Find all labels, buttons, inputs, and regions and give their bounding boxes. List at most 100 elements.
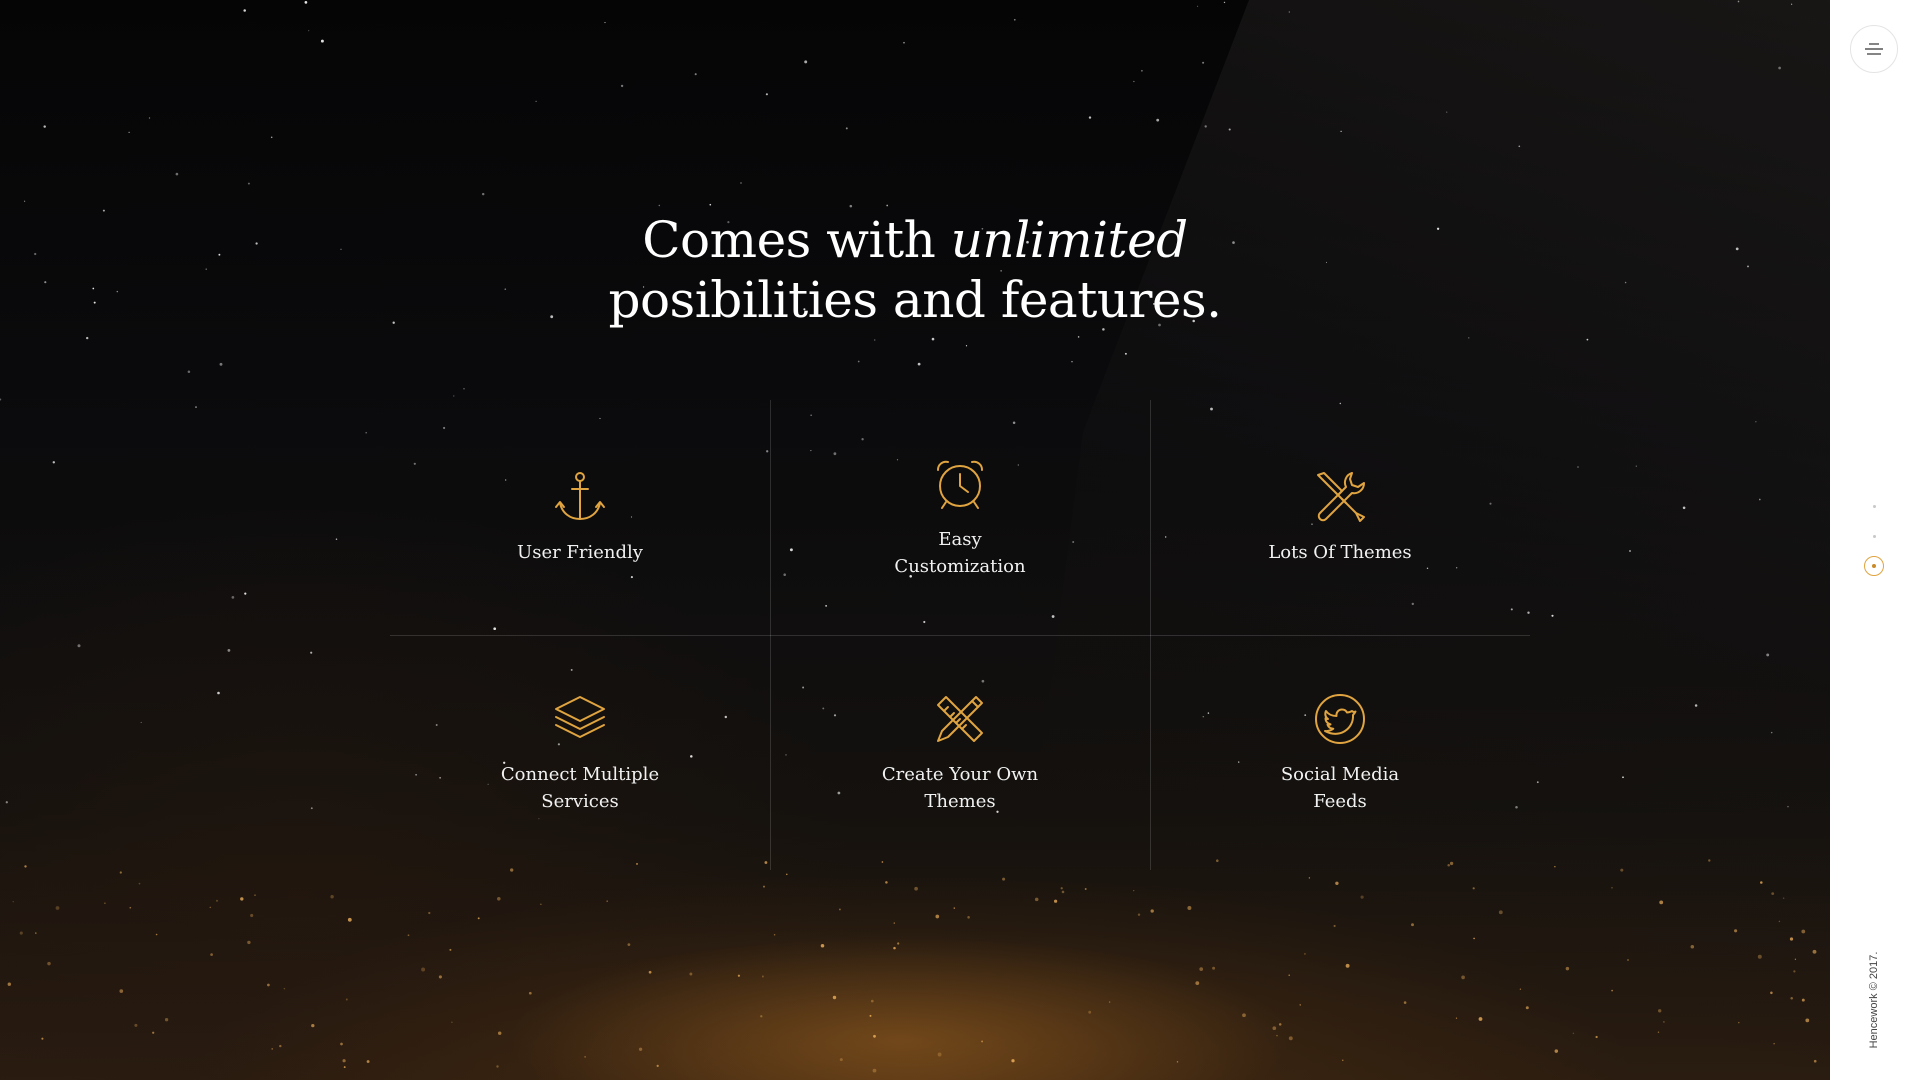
star (1758, 498, 1761, 501)
city-light (1199, 967, 1204, 971)
city-light (1657, 1031, 1660, 1033)
city-light (497, 1031, 502, 1035)
city-light (428, 911, 431, 915)
star (1228, 128, 1231, 131)
city-light (451, 1021, 453, 1023)
city-light (914, 886, 918, 891)
city-light (897, 942, 900, 945)
city-light (761, 975, 764, 978)
city-light (773, 933, 776, 936)
city-light (1278, 1023, 1282, 1026)
feature-label: Create Your Own Themes (881, 763, 1039, 812)
hero-background: Comes with unlimited posibilities and fe… (0, 0, 1830, 1080)
city-light (760, 1015, 763, 1018)
city-light (134, 1023, 138, 1027)
city-light (421, 967, 426, 972)
city-light (1805, 1018, 1810, 1023)
city-light (839, 1058, 843, 1062)
city-light (1335, 881, 1339, 885)
city-light (1812, 949, 1817, 954)
city-light (477, 917, 480, 920)
city-light (648, 970, 652, 974)
pencil-ruler-icon (932, 691, 988, 747)
copyright-text: Hencework © 2017. (1868, 951, 1880, 1049)
star (604, 22, 606, 24)
star (52, 461, 56, 464)
star (43, 125, 46, 128)
city-light (1690, 945, 1695, 949)
city-light (1770, 991, 1773, 995)
star (1518, 145, 1521, 148)
city-light (1108, 1001, 1111, 1003)
twitter-icon (1312, 691, 1368, 747)
city-light (1794, 958, 1797, 960)
city-light (1288, 1036, 1293, 1041)
city-light (1088, 1010, 1092, 1014)
city-light (737, 974, 741, 977)
city-light (1195, 981, 1200, 985)
star (1446, 111, 1448, 113)
city-light (41, 1037, 44, 1040)
section-nav-dot[interactable] (1873, 505, 1876, 508)
star (845, 127, 848, 130)
star (931, 337, 935, 341)
city-light (1137, 913, 1141, 916)
city-light (967, 916, 970, 919)
star (1577, 466, 1579, 468)
city-light (311, 1023, 315, 1028)
star (1586, 338, 1589, 341)
section-nav-dot[interactable] (1873, 535, 1876, 538)
star (463, 388, 465, 390)
city-light (35, 932, 37, 934)
feature-label: Social Media Feeds (1280, 763, 1400, 812)
city-light (1738, 1021, 1740, 1024)
layers-icon (552, 691, 608, 747)
city-light (832, 995, 837, 1000)
city-light (1176, 1061, 1179, 1063)
city-light (407, 934, 410, 937)
star (140, 721, 142, 724)
hamburger-icon (1865, 40, 1883, 59)
city-light (138, 882, 141, 885)
city-light (689, 972, 693, 976)
star (1551, 614, 1554, 617)
city-light (885, 881, 888, 884)
city-light (1150, 909, 1154, 913)
city-light (152, 1031, 155, 1034)
star (1088, 116, 1092, 119)
menu-button[interactable] (1850, 25, 1898, 73)
city-light (1360, 895, 1364, 899)
star (23, 200, 26, 202)
feature-label: User Friendly (517, 542, 643, 563)
star (740, 182, 742, 184)
star (1340, 130, 1342, 133)
city-light (12, 901, 14, 903)
city-light (1345, 963, 1350, 968)
city-light (656, 1064, 659, 1068)
city-light (1554, 1049, 1559, 1053)
star (1202, 61, 1205, 64)
city-light (873, 1034, 876, 1038)
star (86, 336, 89, 340)
star (1468, 337, 1470, 339)
city-light (1773, 1043, 1775, 1045)
city-light (1333, 924, 1336, 928)
city-light (279, 1044, 282, 1048)
city-light (7, 982, 11, 986)
star (231, 596, 235, 599)
star (481, 192, 485, 196)
star (886, 204, 889, 207)
city-light (1663, 1021, 1665, 1023)
city-light (584, 1056, 586, 1058)
city-light (1303, 952, 1306, 955)
city-light (1061, 890, 1065, 894)
star (849, 204, 853, 208)
city-light (496, 1065, 499, 1068)
city-light (1498, 910, 1503, 915)
star (1629, 550, 1631, 552)
section-nav-dot-active[interactable] (1864, 556, 1884, 576)
star (1536, 781, 1539, 784)
city-light (129, 906, 132, 909)
city-light (267, 983, 270, 987)
star (187, 370, 191, 374)
